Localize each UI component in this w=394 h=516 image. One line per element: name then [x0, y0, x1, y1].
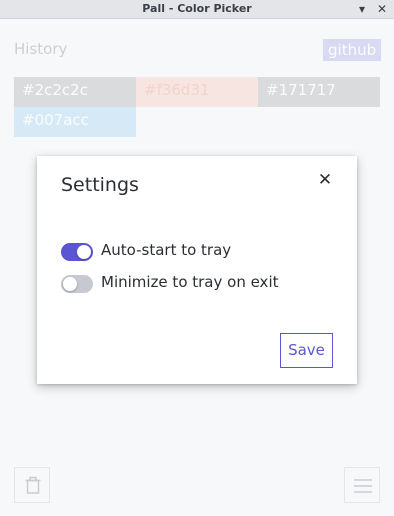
autostart-label: Auto-start to tray	[101, 241, 232, 259]
save-button[interactable]: Save	[280, 333, 333, 368]
window-title: Pall - Color Picker	[142, 2, 252, 15]
toggle-knob	[77, 245, 91, 259]
minimize-button[interactable]: ▾	[354, 1, 370, 17]
close-icon[interactable]: ✕	[315, 170, 335, 190]
window-close-button[interactable]: ✕	[374, 1, 390, 17]
minimize-to-tray-toggle[interactable]	[61, 275, 93, 293]
dialog-title: Settings	[61, 174, 139, 196]
toggle-knob	[63, 277, 77, 291]
menu-icon	[354, 479, 372, 493]
minimize-to-tray-label: Minimize to tray on exit	[101, 273, 279, 291]
clear-history-button[interactable]	[14, 467, 50, 503]
trash-icon	[25, 476, 41, 494]
settings-dialog: Settings ✕ Auto-start to tray Minimize t…	[37, 156, 357, 384]
title-bar: Pall - Color Picker ▾ ✕	[0, 0, 394, 19]
menu-button[interactable]	[344, 467, 380, 503]
autostart-toggle[interactable]	[61, 243, 93, 261]
